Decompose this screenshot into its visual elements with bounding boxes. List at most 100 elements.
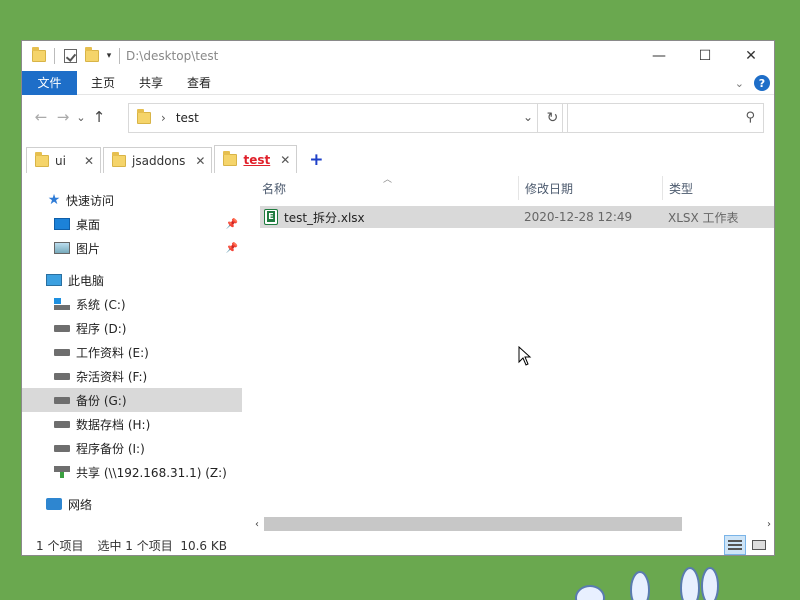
tab-close-icon[interactable]: ✕ [280,153,290,167]
selection-info: 选中 1 个项目 10.6 KB [97,538,227,553]
tab-close-icon[interactable]: ✕ [84,154,94,168]
tab-test[interactable]: test ✕ [214,145,298,173]
sidebar-item-drive-g[interactable]: 备份 (G:) [22,388,242,412]
sidebar-item-label: 快速访问 [66,193,115,208]
new-folder-icon[interactable] [81,45,103,67]
column-header-type[interactable]: 类型 [662,176,774,200]
sidebar-item-drive-d[interactable]: 程序 (D:) [22,316,242,340]
sidebar-item-label: 网络 [68,497,93,512]
breadcrumb-current[interactable]: test [176,111,199,125]
new-tab-button[interactable]: + [309,147,323,173]
title-divider [119,48,120,64]
tab-label: jsaddons [132,153,186,168]
sidebar-item-label: 图片 [76,241,101,256]
sidebar-item-drive-z[interactable]: 共享 (\\192.168.31.1) (Z:) [22,460,242,484]
navigation-pane: ★ 快速访问 桌面 📌 图片 📌 此电脑 系统 (C:) 程序 (D:) 工作资… [22,186,242,512]
tab-ui[interactable]: ui ✕ [26,147,102,173]
sidebar-item-drive-h[interactable]: 数据存档 (H:) [22,412,242,436]
tab-label: test [243,152,271,167]
sidebar-item-desktop[interactable]: 桌面 📌 [22,212,242,236]
system-drive-icon [54,298,70,310]
properties-check-icon[interactable] [59,45,81,67]
folder-icon [28,45,50,67]
drive-icon [54,444,70,452]
search-icon: ⚲ [745,110,755,125]
file-modified-date: 2020-12-28 12:49 [524,210,633,224]
sidebar-item-label: 工作资料 (E:) [76,345,149,360]
sidebar-item-quick-access[interactable]: ★ 快速访问 [22,188,242,212]
tab-folder-icon [112,151,127,167]
minimize-button[interactable]: — [636,41,682,71]
file-name: test_拆分.xlsx [284,210,365,225]
pictures-icon [54,242,70,254]
address-folder-icon [137,109,151,124]
forward-arrow-icon[interactable]: → [52,102,74,132]
details-view-button[interactable] [724,535,746,555]
up-arrow-icon[interactable]: ↑ [88,102,110,132]
drive-icon [54,348,70,356]
sidebar-item-network[interactable]: 网络 [22,492,242,516]
sidebar-item-drive-c[interactable]: 系统 (C:) [22,292,242,316]
pin-icon: 📌 [225,242,238,254]
scroll-left-icon[interactable]: ‹ [250,519,264,530]
maximize-button[interactable]: ☐ [682,41,728,71]
desktop-wallpaper-decoration [575,567,719,600]
view-switcher [724,535,770,555]
navigation-bar: ← → ⌄ ↑ › test ⌄ ↻ ⚲ [22,97,774,137]
sidebar-item-label: 桌面 [76,217,101,232]
drive-icon [54,420,70,428]
ribbon-tab-view[interactable]: 查看 [175,71,223,95]
tab-close-icon[interactable]: ✕ [195,154,205,168]
window-title: D:\desktop\test [126,49,219,63]
close-button[interactable]: ✕ [728,41,774,71]
sidebar-item-label: 数据存档 (H:) [76,417,151,432]
drive-icon [54,396,70,404]
ribbon-tab-home[interactable]: 主页 [79,71,127,95]
item-count: 1 个项目 [36,538,84,553]
scroll-right-icon[interactable]: › [762,519,774,530]
sidebar-item-drive-e[interactable]: 工作资料 (E:) [22,340,242,364]
expand-ribbon-chevron-icon[interactable]: ⌄ [735,77,744,90]
large-icons-view-button[interactable] [748,535,770,555]
column-header-name[interactable]: 名称 [256,176,518,200]
back-arrow-icon[interactable]: ← [30,102,52,132]
tab-label: ui [55,153,66,168]
ribbon-tab-share[interactable]: 共享 [127,71,175,95]
star-icon: ★ [47,192,61,208]
help-icon[interactable]: ? [754,75,770,91]
status-bar: 1 个项目 选中 1 个项目 10.6 KB [22,533,774,555]
search-input[interactable]: ⚲ [562,103,764,133]
ribbon-right-controls: ⌄ ? [735,71,770,95]
sidebar-item-label: 杂活资料 (F:) [76,369,148,384]
ribbon-tab-file[interactable]: 文件 [22,70,77,95]
file-explorer-window: ▾ D:\desktop\test — ☐ ✕ 文件 主页 共享 查看 ⌄ ? … [21,40,775,556]
sidebar-item-drive-f[interactable]: 杂活资料 (F:) [22,364,242,388]
sidebar-item-label: 备份 (G:) [76,393,127,408]
scrollbar-thumb[interactable] [264,517,683,531]
sidebar-item-label: 程序 (D:) [76,321,127,336]
table-row[interactable]: test_拆分.xlsx 2020-12-28 12:49 XLSX 工作表 [260,206,774,228]
horizontal-scrollbar[interactable]: ‹ › [250,515,774,533]
sidebar-item-label: 此电脑 [68,273,105,288]
desktop-icon [54,218,70,230]
recent-locations-chevron-icon[interactable]: ⌄ [74,102,88,132]
breadcrumb-chevron-icon[interactable]: › [161,111,166,125]
title-bar: ▾ D:\desktop\test — ☐ ✕ [22,41,774,71]
sidebar-item-drive-i[interactable]: 程序备份 (I:) [22,436,242,460]
address-dropdown-icon[interactable]: ⌄ [523,110,533,124]
file-list-header: ︿ 名称 修改日期 类型 [256,175,774,200]
drive-icon [54,372,70,380]
column-header-modified[interactable]: 修改日期 [518,176,662,200]
title-divider [54,48,55,64]
excel-file-icon [264,209,278,225]
quick-access-dropdown-icon[interactable]: ▾ [103,45,115,67]
sidebar-item-this-pc[interactable]: 此电脑 [22,268,242,292]
scrollbar-track[interactable] [264,517,762,531]
address-bar[interactable]: › test ⌄ ↻ [128,103,568,133]
tab-jsaddons[interactable]: jsaddons ✕ [103,147,213,173]
network-drive-icon [54,466,70,478]
ribbon-tabs: 文件 主页 共享 查看 ⌄ ? [22,70,774,95]
window-controls: — ☐ ✕ [636,41,774,71]
sidebar-item-pictures[interactable]: 图片 📌 [22,236,242,260]
pin-icon: 📌 [225,218,238,230]
